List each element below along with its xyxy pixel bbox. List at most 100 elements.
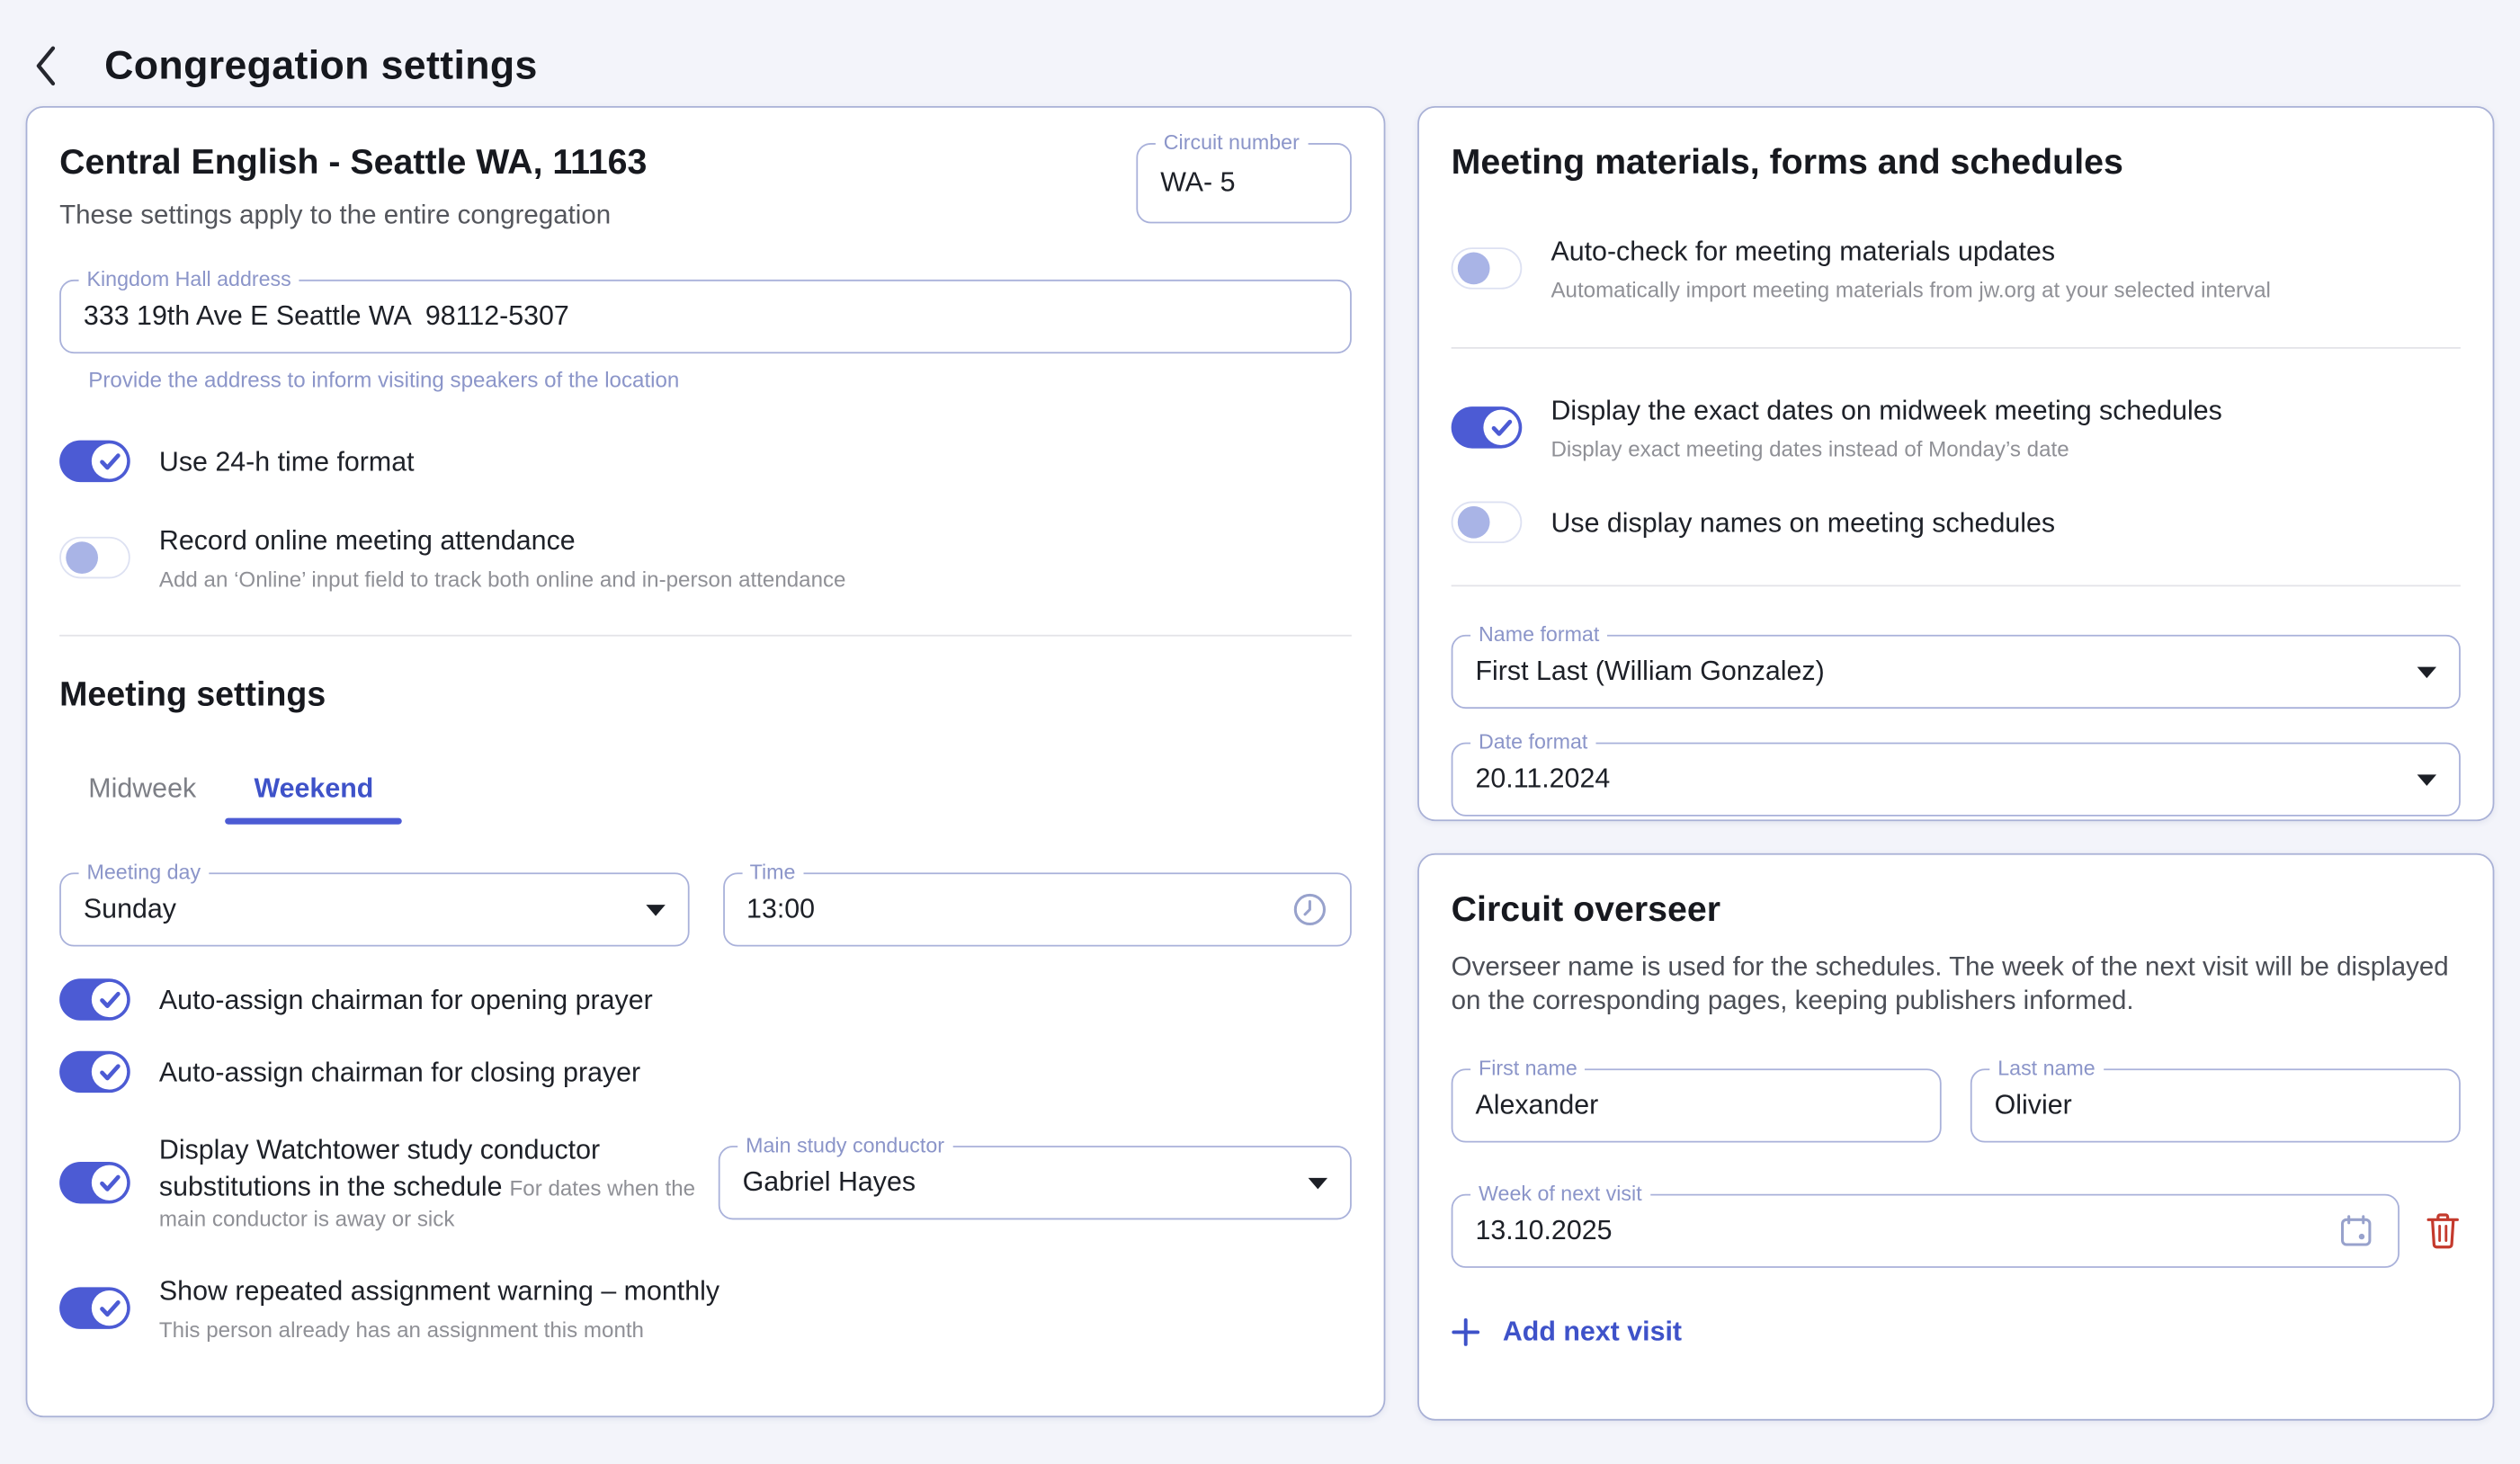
toggle-online-caption: Add an ‘Online’ input field to track bot… <box>159 567 846 594</box>
week-of-next-visit-label: Week of next visit <box>1470 1181 1650 1205</box>
dropdown-arrow-icon <box>2417 666 2436 678</box>
toggle-watchtower-substitutions[interactable] <box>59 1162 130 1203</box>
date-format-label: Date format <box>1470 729 1595 754</box>
week-of-next-visit-value: 13.10.2025 <box>1475 1215 1612 1247</box>
meeting-time-value: 13:00 <box>746 894 815 926</box>
add-next-visit-button[interactable]: Add next visit <box>1452 1317 1682 1349</box>
week-of-next-visit-field[interactable]: Week of next visit 13.10.2025 <box>1452 1194 2399 1268</box>
calendar-icon <box>2337 1211 2375 1250</box>
watchtower-texts: Display Watchtower study conductor subst… <box>159 1131 719 1234</box>
left-card-divider <box>59 635 1352 637</box>
active-tab-indicator <box>225 818 402 825</box>
dropdown-arrow-icon <box>2417 773 2436 785</box>
toggle-display-names-label: Use display names on meeting schedules <box>1550 504 2055 540</box>
toggle-opening-prayer[interactable] <box>59 978 130 1020</box>
chevron-left-icon <box>34 45 57 86</box>
circuit-number-value: WA- 5 <box>1160 167 1235 200</box>
right-column: Meeting materials, forms and schedules A… <box>1417 106 2494 1421</box>
kingdom-hall-address-label: Kingdom Hall address <box>79 267 299 291</box>
toggle-knob <box>65 540 97 573</box>
circuit-number-label: Circuit number <box>1156 130 1308 155</box>
toggle-display-names[interactable] <box>1452 502 1523 543</box>
kingdom-hall-address-value: 333 19th Ave E Seattle WA 98112-5307 <box>84 300 569 333</box>
watchtower-substitutions-row: Display Watchtower study conductor subst… <box>59 1131 1352 1234</box>
circuit-number-field[interactable]: Circuit number WA- 5 <box>1136 143 1351 223</box>
tab-weekend[interactable]: Weekend <box>225 754 402 825</box>
address-helper-text: Provide the address to inform visiting s… <box>59 368 1352 392</box>
toggle-repeated-warning[interactable] <box>59 1287 130 1328</box>
auto-check-texts: Auto-check for meeting materials updates… <box>1550 233 2270 304</box>
toggle-repeated-warning-label: Show repeated assignment warning – month… <box>159 1272 719 1309</box>
toggle-closing-prayer-label: Auto-assign chairman for closing prayer <box>159 1053 640 1090</box>
check-icon <box>99 1299 120 1317</box>
materials-title: Meeting materials, forms and schedules <box>1452 139 2461 184</box>
toggle-online-texts: Record online meeting attendance Add an … <box>159 522 846 594</box>
kingdom-hall-address-field[interactable]: Kingdom Hall address 333 19th Ave E Seat… <box>59 280 1352 353</box>
name-format-value: First Last (William Gonzalez) <box>1475 656 1824 688</box>
toggle-opening-prayer-label: Auto-assign chairman for opening prayer <box>159 981 653 1018</box>
toggle-row-24h: Use 24-h time format <box>59 441 1352 482</box>
congregation-head-text: Central English - Seattle WA, 11163 Thes… <box>59 139 647 231</box>
last-name-label: Last name <box>1989 1056 2103 1080</box>
meeting-day-value: Sunday <box>84 894 176 926</box>
toggle-closing-prayer[interactable] <box>59 1051 130 1093</box>
content-area: Central English - Seattle WA, 11163 Thes… <box>0 106 2520 1421</box>
clock-icon <box>1292 892 1327 927</box>
check-icon <box>99 991 120 1009</box>
clock-icon-button[interactable] <box>1292 892 1327 927</box>
calendar-icon-button[interactable] <box>2337 1211 2375 1250</box>
congregation-settings-screen: Congregation settings Central English - … <box>0 0 2520 1464</box>
tab-midweek[interactable]: Midweek <box>59 754 225 825</box>
name-format-select[interactable]: Name format First Last (William Gonzalez… <box>1452 635 2461 709</box>
first-name-value: Alexander <box>1475 1090 1598 1122</box>
meeting-day-time-row: Meeting day Sunday Time 13:00 <box>59 872 1352 946</box>
congregation-subtitle: These settings apply to the entire congr… <box>59 201 647 231</box>
add-next-visit-label: Add next visit <box>1503 1317 1682 1349</box>
toggle-record-online-attendance[interactable] <box>59 537 130 578</box>
circuit-overseer-title: Circuit overseer <box>1452 887 2461 932</box>
tab-weekend-label: Weekend <box>255 773 374 806</box>
toggle-row-display-names: Use display names on meeting schedules <box>1452 502 2461 543</box>
toggle-exact-dates[interactable] <box>1452 406 1523 448</box>
repeated-warning-texts: Show repeated assignment warning – month… <box>159 1272 719 1343</box>
toggle-knob <box>1457 505 1489 538</box>
main-study-conductor-select[interactable]: Main study conductor Gabriel Hayes <box>719 1146 1352 1219</box>
toggle-row-closing-prayer: Auto-assign chairman for closing prayer <box>59 1051 1352 1093</box>
toggle-auto-check-updates[interactable] <box>1452 247 1523 289</box>
overseer-name-row: First name Alexander Last name Olivier <box>1452 1068 2461 1142</box>
congregation-card-head: Central English - Seattle WA, 11163 Thes… <box>59 139 1352 231</box>
circuit-overseer-card: Circuit overseer Overseer name is used f… <box>1417 853 2494 1421</box>
exact-dates-texts: Display the exact dates on midweek meeti… <box>1550 392 2221 463</box>
plus-icon <box>1452 1317 1480 1346</box>
toggle-row-opening-prayer: Auto-assign chairman for opening prayer <box>59 978 1352 1020</box>
first-name-field[interactable]: First name Alexander <box>1452 1068 1942 1142</box>
meeting-settings-title: Meeting settings <box>59 676 1352 715</box>
toggle-exact-dates-label: Display the exact dates on midweek meeti… <box>1550 392 2221 429</box>
back-button[interactable] <box>29 43 61 88</box>
page-title: Congregation settings <box>104 42 538 89</box>
materials-divider-2 <box>1452 585 2461 586</box>
toggle-row-auto-check: Auto-check for meeting materials updates… <box>1452 233 2461 304</box>
first-name-label: First name <box>1470 1056 1586 1080</box>
main-study-conductor-value: Gabriel Hayes <box>743 1166 916 1199</box>
dropdown-arrow-icon <box>1309 1177 1327 1189</box>
tab-midweek-label: Midweek <box>88 773 196 806</box>
meeting-time-label: Time <box>742 860 804 884</box>
check-icon <box>1490 419 1511 437</box>
next-visit-row: Week of next visit 13.10.2025 <box>1452 1194 2461 1268</box>
date-format-value: 20.11.2024 <box>1475 763 1610 796</box>
meeting-tabs: Midweek Weekend <box>59 754 1352 825</box>
date-format-select[interactable]: Date format 20.11.2024 <box>1452 743 2461 817</box>
last-name-field[interactable]: Last name Olivier <box>1970 1068 2461 1142</box>
delete-visit-button[interactable] <box>2426 1211 2461 1250</box>
toggle-24h-label: Use 24-h time format <box>159 442 415 479</box>
toggle-24h-time-format[interactable] <box>59 441 130 482</box>
toggle-auto-check-label: Auto-check for meeting materials updates <box>1550 233 2270 270</box>
last-name-value: Olivier <box>1995 1090 2072 1122</box>
page-header: Congregation settings <box>0 0 2520 106</box>
meeting-day-select[interactable]: Meeting day Sunday <box>59 872 689 946</box>
materials-card: Meeting materials, forms and schedules A… <box>1417 106 2494 821</box>
meeting-time-field[interactable]: Time 13:00 <box>722 872 1352 946</box>
toggle-auto-check-caption: Automatically import meeting materials f… <box>1550 278 2270 304</box>
toggle-online-label: Record online meeting attendance <box>159 522 846 559</box>
